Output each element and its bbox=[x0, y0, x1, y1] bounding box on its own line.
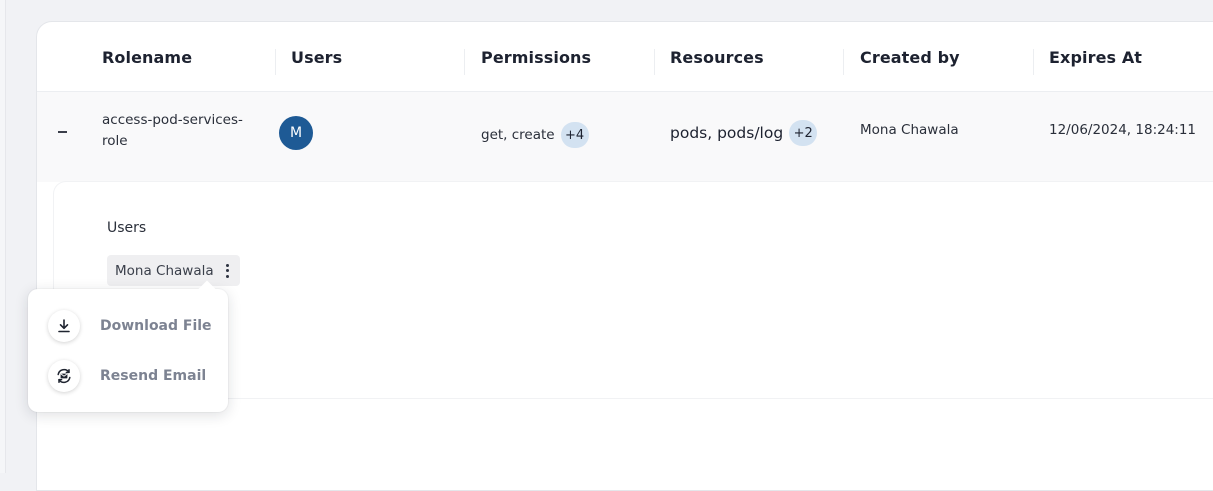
menu-item-label: Resend Email bbox=[100, 368, 207, 384]
column-header-resources[interactable]: Resources bbox=[670, 22, 764, 92]
more-options-icon[interactable] bbox=[222, 261, 234, 281]
user-chip-name: Mona Chawala bbox=[115, 262, 214, 279]
column-divider bbox=[1033, 49, 1034, 75]
column-header-expires-at[interactable]: Expires At bbox=[1049, 22, 1142, 92]
column-header-users[interactable]: Users bbox=[291, 22, 342, 92]
permissions-more-badge[interactable]: +4 bbox=[560, 122, 589, 148]
column-header-created-by[interactable]: Created by bbox=[860, 22, 960, 92]
permissions-text: get, create bbox=[481, 127, 555, 143]
resources-more-badge[interactable]: +2 bbox=[789, 120, 818, 146]
rolename-cell: access-pod-services-role bbox=[102, 112, 243, 149]
column-divider bbox=[654, 49, 655, 75]
user-avatar[interactable]: M bbox=[279, 116, 313, 150]
column-divider bbox=[275, 49, 276, 75]
roles-table-card: Rolename Users Permissions Resources Cre… bbox=[36, 21, 1213, 491]
download-icon bbox=[48, 310, 80, 342]
table-row[interactable]: access-pod-services-role M get, create +… bbox=[37, 92, 1213, 182]
menu-item-resend-email[interactable]: Resend Email bbox=[28, 352, 228, 400]
detail-users-label: Users bbox=[107, 220, 147, 236]
left-rail bbox=[0, 0, 6, 473]
column-header-rolename[interactable]: Rolename bbox=[102, 22, 192, 92]
expires-at-cell: 12/06/2024, 18:24:11 bbox=[1049, 122, 1197, 138]
menu-item-download-file[interactable]: Download File bbox=[28, 302, 228, 350]
column-header-permissions[interactable]: Permissions bbox=[481, 22, 591, 92]
table-header: Rolename Users Permissions Resources Cre… bbox=[37, 22, 1213, 92]
created-by-cell: Mona Chawala bbox=[860, 122, 959, 138]
user-chip[interactable]: Mona Chawala bbox=[107, 255, 240, 286]
menu-item-label: Download File bbox=[100, 318, 212, 334]
resources-text: pods, pods/log bbox=[670, 124, 784, 142]
resources-cell: pods, pods/log +2 bbox=[670, 120, 818, 146]
permissions-cell: get, create +4 bbox=[481, 122, 589, 148]
column-divider bbox=[464, 49, 465, 75]
column-divider bbox=[843, 49, 844, 75]
resend-email-icon bbox=[48, 360, 80, 392]
collapse-row-toggle[interactable] bbox=[55, 125, 69, 139]
user-actions-menu: Download File Resend Email bbox=[28, 289, 228, 412]
